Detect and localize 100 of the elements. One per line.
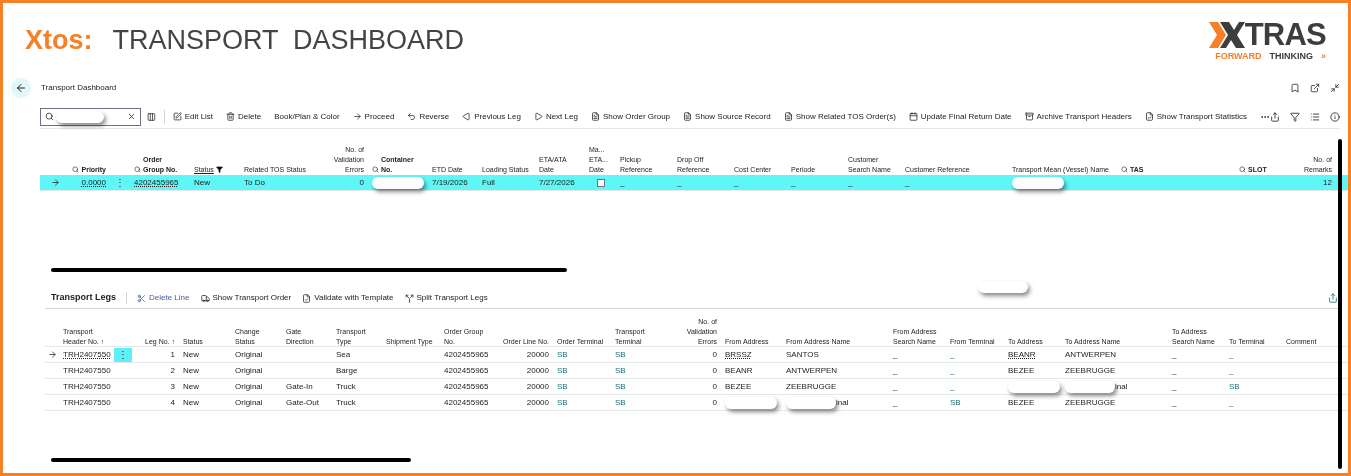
toolbar-action[interactable]: Show Transport Order <box>200 292 292 304</box>
table-cell: 4202455965 <box>444 364 489 377</box>
table-cell: _ <box>950 364 955 377</box>
toolbar-action[interactable]: Delete <box>226 110 262 123</box>
table-cell: ZEEBRUGGE <box>1065 364 1116 377</box>
table-row[interactable]: 0.0000 ⋮ 4202455965 New To Do 0 7/19/2026 Full 7/27/2026 _ _ _ _ _ _ 12 <box>40 175 1348 191</box>
table-cell: SB <box>615 396 626 409</box>
table-cell: _ <box>848 176 853 189</box>
list-icon[interactable] <box>1310 111 1320 122</box>
table-cell: Original <box>235 348 263 361</box>
table-cell: 0 <box>712 396 717 409</box>
info-icon[interactable] <box>1330 111 1340 122</box>
current-row-arrow-icon <box>50 178 60 187</box>
table-cell[interactable]: BEANR <box>1008 348 1036 361</box>
redaction-block <box>977 281 1028 293</box>
share-icon[interactable] <box>1328 293 1338 303</box>
search-field[interactable] <box>40 107 141 126</box>
filter-icon <box>215 166 223 173</box>
toolbar-action[interactable]: Archive Transport Headers <box>1024 110 1132 123</box>
toolbar-action[interactable]: Delete Line <box>137 292 190 304</box>
table-cell[interactable]: TRH2407550 <box>63 396 111 409</box>
toolbar-action[interactable]: Show Order Group <box>590 110 671 123</box>
table-cell: Original <box>235 396 263 409</box>
table-cell: 0 <box>712 348 717 361</box>
vertical-scrollbar[interactable] <box>1338 139 1342 469</box>
table-cell[interactable]: BEZEE <box>1008 396 1035 409</box>
table-cell: 12 <box>1323 176 1332 189</box>
horizontal-scrollbar[interactable] <box>51 458 411 462</box>
table-row[interactable]: TRH2407550 ⋮ 1 New Original Sea 4202455965 20000 SB SB 0 BRSSZ SANTOS _ _ BEANR ANTWERPEN _ _ <box>45 347 1348 363</box>
filter-icon[interactable] <box>1290 111 1300 122</box>
layout-icon[interactable] <box>146 111 156 122</box>
archive-icon <box>1024 112 1034 121</box>
horizontal-scrollbar[interactable] <box>51 268 567 272</box>
table-row[interactable]: TRH2407550 2 New Original Barge 4202455965 20000 SB SB 0 BEANR ANTWERPEN _ _ BEZEE ZEEBRUGGE _ _ <box>45 363 1348 379</box>
toolbar-action[interactable]: Validate with Template <box>302 292 394 304</box>
row-menu-button[interactable]: ⋮ <box>114 347 132 362</box>
table-cell[interactable]: 0.0000 <box>81 176 106 189</box>
x-mark-icon <box>1208 21 1245 48</box>
table-row[interactable]: TRH2407550 4 New Original Gate-Out Truck 4202455965 20000 SB SB 0 inal _ SB BEZEE ZEEBRUGGE _ _ <box>45 395 1348 411</box>
toolbar-action[interactable]: Proceed <box>352 110 395 123</box>
toolbar-action[interactable]: Split Transport Legs <box>404 292 488 304</box>
toolbar-action[interactable]: Update Final Return Date <box>908 110 1012 123</box>
table-cell: 20000 <box>526 364 549 377</box>
table-cell[interactable]: TRH2407550 <box>63 364 111 377</box>
table-cell: SB <box>557 396 568 409</box>
logo-tagline: FORWARD <box>1215 52 1262 61</box>
table-row[interactable]: TRH2407550 3 New Original Gate-In Truck 4202455965 20000 SB SB 0 BEZEE ZEEBRUGGE _ _ inal _ SB <box>45 379 1348 395</box>
table-cell[interactable]: BEANR <box>725 364 753 377</box>
table-cell: SB <box>557 364 568 377</box>
brand-label: Xtos: <box>25 23 93 57</box>
table-cell: _ <box>1172 396 1177 409</box>
toolbar-action[interactable]: Show Source Record <box>683 110 771 123</box>
search-icon <box>372 166 379 173</box>
table-cell: _ <box>677 176 682 189</box>
open-in-new-window-icon[interactable] <box>1310 83 1320 93</box>
table-cell: Full <box>482 176 495 189</box>
table-cell: _ <box>1172 348 1177 361</box>
table-cell: 4 <box>170 396 175 409</box>
table-cell: 0 <box>359 176 364 189</box>
table-cell: New <box>183 348 199 361</box>
table-cell: SB <box>1229 380 1240 393</box>
table-cell: New <box>183 396 199 409</box>
table-cell: _ <box>791 176 796 189</box>
bookmark-icon[interactable] <box>1290 83 1300 93</box>
table-cell: 4202455965 <box>444 396 489 409</box>
table-cell[interactable]: BRSSZ <box>725 348 752 361</box>
toolbar-action[interactable]: Show Related TOS Order(s) <box>783 110 896 123</box>
table-cell: _ <box>905 176 910 189</box>
table-cell[interactable]: BEZEE <box>1008 364 1035 377</box>
table-cell: New <box>194 176 210 189</box>
table-cell[interactable]: 4202455965 <box>134 176 179 189</box>
table-cell: Truck <box>336 380 356 393</box>
toolbar-action[interactable]: Edit List <box>172 110 214 123</box>
logo-wordmark: TRAS <box>1244 19 1326 50</box>
table-cell[interactable]: BEZEE <box>725 380 752 393</box>
search-icon <box>1239 166 1246 173</box>
row-menu-button[interactable]: ⋮ <box>111 175 129 190</box>
close-icon[interactable] <box>126 112 136 121</box>
table-cell: 7/19/2026 <box>432 176 468 189</box>
table-cell[interactable]: TRH2407550 <box>63 380 111 393</box>
table-cell: ANTWERPEN <box>786 364 838 377</box>
table-cell: _ <box>893 348 898 361</box>
table-cell: Sea <box>336 348 351 361</box>
table-cell[interactable]: TRH2407550 <box>63 348 111 361</box>
toolbar-action[interactable]: Book/Plan & Color <box>274 110 340 123</box>
table-cell: New <box>183 364 199 377</box>
toolbar-action[interactable]: Next Leg <box>533 110 578 123</box>
arrow-right-icon <box>352 112 362 121</box>
toolbar-action[interactable]: Previous Leg <box>462 110 521 123</box>
play-left-icon <box>462 112 472 121</box>
table-cell: _ <box>734 176 739 189</box>
table-cell: Barge <box>336 364 358 377</box>
checkbox[interactable] <box>597 178 605 187</box>
back-button[interactable] <box>11 78 31 98</box>
share-icon[interactable] <box>1270 111 1280 122</box>
search-icon <box>45 112 54 121</box>
toolbar-action[interactable]: Reverse <box>407 110 450 123</box>
collapse-icon[interactable] <box>1330 83 1340 93</box>
toolbar-action[interactable]: Show Transport Statistics <box>1144 110 1247 123</box>
table-cell: 20000 <box>526 380 549 393</box>
